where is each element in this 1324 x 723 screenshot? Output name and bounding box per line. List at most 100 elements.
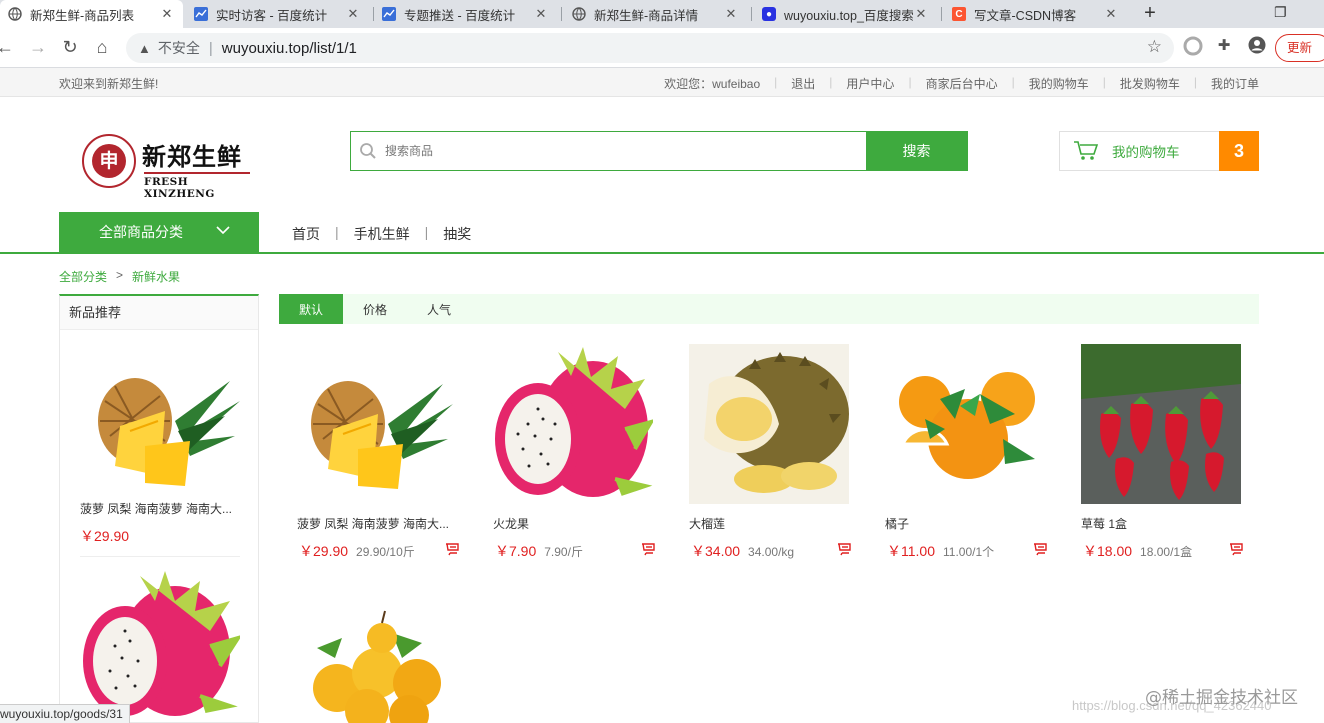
orange-image[interactable]: [885, 344, 1045, 504]
product-card[interactable]: 大榴莲 ￥34.00 34.00/kg: [689, 344, 859, 561]
product-unit-price: 34.00/kg: [748, 545, 795, 559]
product-name[interactable]: 火龙果: [493, 515, 653, 532]
tab-divider: [561, 7, 562, 21]
address-bar[interactable]: ▲ 不安全 | wuyouxiu.top/list/1/1 ☆: [126, 33, 1174, 63]
new-tab-icon[interactable]: +: [1138, 2, 1162, 25]
chevron-down-icon: [215, 222, 231, 241]
product-unit-price: 7.90/斤: [544, 545, 583, 559]
breadcrumb-root-link[interactable]: 全部分类: [59, 268, 107, 285]
cart-widget[interactable]: 我的购物车 3: [1059, 131, 1259, 171]
logo-subtitle: FRESH XINZHENG: [144, 172, 250, 200]
product-price: ￥18.00: [1083, 543, 1133, 559]
university-seal-icon: 申: [82, 134, 136, 188]
nav-mobile-fresh-link[interactable]: 手机生鲜: [354, 224, 410, 244]
address-divider: |: [208, 39, 213, 57]
wholesale-cart-link[interactable]: 批发购物车: [1120, 75, 1180, 92]
site-top-bar: 欢迎来到新郑生鲜! 欢迎您：wufeibao | 退出 | 用户中心 | 商家后台中心…: [0, 68, 1324, 97]
tab-title: 专题推送 - 百度统计: [404, 8, 516, 23]
sort-price-tab[interactable]: 价格: [343, 294, 407, 324]
cart-count-badge: 3: [1219, 131, 1259, 171]
site-logo[interactable]: 申 新郑生鲜 FRESH XINZHENG: [82, 134, 252, 200]
strawberry-image[interactable]: [1081, 344, 1241, 504]
dragon-fruit-image[interactable]: [80, 566, 243, 722]
sidebar-divider: [80, 556, 240, 557]
product-name[interactable]: 草莓 1盒: [1081, 515, 1241, 532]
bookmark-star-icon[interactable]: ☆: [1147, 37, 1162, 57]
profile-avatar-icon[interactable]: [1246, 36, 1268, 58]
tab-title: 新郑生鲜-商品列表: [30, 8, 135, 23]
product-card[interactable]: 橘子 ￥11.00 11.00/1个: [885, 344, 1055, 561]
logout-link[interactable]: 退出: [791, 75, 815, 92]
user-center-link[interactable]: 用户中心: [846, 75, 894, 92]
add-to-cart-icon[interactable]: [445, 542, 461, 560]
product-card[interactable]: 菠萝 凤梨 海南菠萝 海南大... ￥29.90 29.90/10斤: [297, 344, 467, 561]
extension-circle-icon[interactable]: [1182, 36, 1204, 58]
breadcrumb-current-link[interactable]: 新鲜水果: [132, 268, 180, 285]
product-card[interactable]: 草莓 1盒 ￥18.00 18.00/1盒: [1081, 344, 1251, 561]
search-bar: 搜索: [350, 131, 968, 171]
pineapple-image[interactable]: [80, 351, 240, 494]
product-card[interactable]: [297, 603, 467, 723]
tab-close-icon[interactable]: ✕: [913, 6, 929, 22]
main-nav-bar: 全部商品分类 首页 | 手机生鲜 | 抽奖: [0, 212, 1324, 254]
browser-toolbar: ← → ↻ ⌂ ▲ 不安全 | wuyouxiu.top/list/1/1 ☆ …: [0, 28, 1324, 68]
sort-default-tab[interactable]: 默认: [279, 294, 343, 324]
sidebar-product-name[interactable]: 菠萝 凤梨 海南菠萝 海南大...: [80, 500, 240, 517]
tab-close-icon[interactable]: ✕: [159, 6, 175, 22]
sidebar-product-card[interactable]: [80, 566, 243, 722]
warning-icon[interactable]: ▲: [138, 41, 151, 56]
url-text[interactable]: wuyouxiu.top/list/1/1: [222, 40, 357, 57]
reload-icon[interactable]: ↻: [59, 37, 81, 58]
browser-tab-realtime-visitors[interactable]: 实时访客 - 百度统计 ✕: [186, 0, 369, 28]
browser-tab-topic-push[interactable]: 专题推送 - 百度统计 ✕: [374, 0, 557, 28]
nav-home-link[interactable]: 首页: [292, 224, 320, 244]
browser-tab-baidu-search[interactable]: ● wuyouxiu.top_百度搜索 ✕: [754, 0, 937, 28]
all-categories-dropdown[interactable]: 全部商品分类: [59, 212, 259, 252]
add-to-cart-icon[interactable]: [1229, 542, 1245, 560]
update-button[interactable]: 更新: [1275, 34, 1324, 62]
browser-tab-csdn-write[interactable]: C 写文章-CSDN博客 ✕: [944, 0, 1127, 28]
product-name[interactable]: 橘子: [885, 515, 1045, 532]
tab-close-icon[interactable]: ✕: [1103, 6, 1119, 22]
browser-tab-product-list[interactable]: 新郑生鲜-商品列表 ✕: [0, 0, 183, 28]
add-to-cart-icon[interactable]: [641, 542, 657, 560]
my-orders-link[interactable]: 我的订单: [1211, 75, 1259, 92]
home-icon[interactable]: ⌂: [91, 37, 113, 58]
product-price: ￥34.00: [691, 543, 741, 559]
durian-image[interactable]: [689, 344, 849, 504]
add-to-cart-icon[interactable]: [1033, 542, 1049, 560]
search-icon: [351, 132, 385, 170]
extensions-puzzle-icon[interactable]: ✚: [1213, 36, 1235, 58]
browser-tab-product-detail[interactable]: 新郑生鲜-商品详情 ✕: [564, 0, 747, 28]
tab-close-icon[interactable]: ✕: [533, 6, 549, 22]
forward-icon[interactable]: →: [27, 37, 49, 58]
apricot-image[interactable]: [297, 603, 457, 723]
welcome-text: 欢迎来到新郑生鲜!: [59, 77, 159, 91]
product-card[interactable]: 火龙果 ￥7.90 7.90/斤: [493, 344, 663, 561]
my-cart-link[interactable]: 我的购物车: [1029, 75, 1089, 92]
back-icon[interactable]: ←: [0, 37, 16, 58]
dragon-fruit-image[interactable]: [493, 344, 653, 504]
tab-close-icon[interactable]: ✕: [345, 6, 361, 22]
product-name[interactable]: 大榴莲: [689, 515, 849, 532]
shopping-cart-icon: [1060, 140, 1112, 162]
security-label[interactable]: 不安全: [158, 38, 200, 58]
chart-icon: [382, 7, 396, 21]
product-name[interactable]: 菠萝 凤梨 海南菠萝 海南大...: [297, 515, 457, 532]
add-to-cart-icon[interactable]: [837, 542, 853, 560]
sidebar-product-card[interactable]: 菠萝 凤梨 海南菠萝 海南大... ￥29.90: [80, 351, 240, 546]
merchant-admin-link[interactable]: 商家后台中心: [926, 75, 998, 92]
logo-name: 新郑生鲜: [142, 143, 242, 171]
nav-lottery-link[interactable]: 抽奖: [443, 224, 471, 244]
pineapple-image[interactable]: [297, 344, 457, 504]
browser-status-bar: wuyouxiu.top/goods/31: [0, 704, 130, 723]
chart-icon: [194, 7, 208, 21]
search-input[interactable]: [385, 132, 866, 170]
restore-window-icon[interactable]: ❐: [1274, 4, 1287, 21]
main-nav-links: 首页 | 手机生鲜 | 抽奖: [292, 224, 472, 244]
product-unit-price: 18.00/1盒: [1140, 545, 1193, 559]
search-button[interactable]: 搜索: [866, 132, 967, 170]
product-price: ￥29.90: [299, 543, 349, 559]
sort-popularity-tab[interactable]: 人气: [407, 294, 471, 324]
tab-close-icon[interactable]: ✕: [723, 6, 739, 22]
